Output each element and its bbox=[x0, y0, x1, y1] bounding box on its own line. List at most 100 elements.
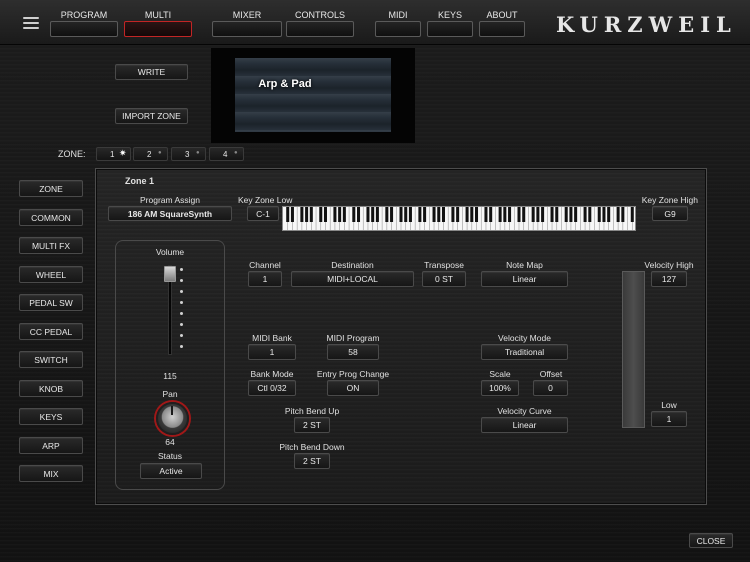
offset-label: Offset bbox=[539, 369, 563, 379]
zone-dot-icon: ● bbox=[196, 150, 200, 156]
pan-value: 64 bbox=[165, 437, 175, 447]
volume-slider-thumb[interactable] bbox=[164, 266, 176, 282]
volume-tick-mark bbox=[180, 312, 183, 315]
key-zone-keyboard[interactable] bbox=[282, 206, 636, 231]
key-zone-low-field[interactable]: C-1 bbox=[247, 206, 279, 221]
pan-label: Pan bbox=[162, 389, 178, 399]
sidebar-item-zone[interactable]: ZONE bbox=[19, 180, 83, 197]
zone-dot-icon: ● bbox=[158, 150, 162, 156]
entry-prog-change-field[interactable]: ON bbox=[327, 380, 379, 396]
zone-tab-4[interactable]: 4 ● bbox=[209, 147, 244, 161]
velocity-mode-label: Velocity Mode bbox=[498, 333, 551, 343]
keyboard-keys-graphic bbox=[286, 207, 634, 230]
velocity-mode-field[interactable]: Traditional bbox=[481, 344, 568, 360]
volume-tick-mark bbox=[180, 345, 183, 348]
scale-label: Scale bbox=[489, 369, 511, 379]
tab-program-label: PROGRAM bbox=[60, 10, 108, 20]
volume-tick-mark bbox=[180, 268, 183, 271]
midi-program-field[interactable]: 58 bbox=[327, 344, 379, 360]
midi-bank-label: MIDI Bank bbox=[252, 333, 292, 343]
zone-tab-number: 2 bbox=[147, 150, 152, 159]
hamburger-menu-icon[interactable] bbox=[23, 17, 39, 29]
zone-dot-icon: ● bbox=[234, 150, 238, 156]
pitch-bend-up-label: Pitch Bend Up bbox=[284, 406, 340, 416]
selected-zone-indicator-icon: ✷ bbox=[119, 148, 127, 158]
velocity-curve-field[interactable]: Linear bbox=[481, 417, 568, 433]
tab-midi[interactable] bbox=[375, 21, 421, 37]
note-map-label: Note Map bbox=[506, 260, 543, 270]
destination-label: Destination bbox=[331, 260, 374, 270]
program-assign-field[interactable]: 186 AM SquareSynth bbox=[108, 206, 232, 221]
midi-bank-field[interactable]: 1 bbox=[248, 344, 296, 360]
tab-mixer-label: MIXER bbox=[232, 10, 262, 20]
tab-about[interactable] bbox=[479, 21, 525, 37]
tab-midi-label: MIDI bbox=[388, 10, 408, 20]
velocity-high-label: Velocity High bbox=[644, 260, 694, 270]
velocity-range-bar[interactable] bbox=[622, 271, 645, 428]
zone-selector-label: ZONE: bbox=[58, 149, 86, 159]
channel-field[interactable]: 1 bbox=[248, 271, 282, 287]
sidebar-item-keys[interactable]: KEYS bbox=[19, 408, 83, 425]
volume-label: Volume bbox=[155, 247, 185, 257]
zone-tab-number: 1 bbox=[110, 150, 115, 159]
midi-program-label: MIDI Program bbox=[326, 333, 380, 343]
tab-about-label: ABOUT bbox=[486, 10, 518, 20]
offset-field[interactable]: 0 bbox=[533, 380, 568, 396]
channel-label: Channel bbox=[249, 260, 281, 270]
tab-keys-label: KEYS bbox=[437, 10, 462, 20]
pitch-bend-down-label: Pitch Bend Down bbox=[279, 442, 345, 452]
kurzweil-logo: KURZWEIL bbox=[556, 12, 737, 37]
close-button[interactable]: CLOSE bbox=[689, 533, 733, 548]
entry-prog-change-label: Entry Prog Change bbox=[316, 369, 390, 379]
scale-field[interactable]: 100% bbox=[481, 380, 519, 396]
velocity-high-field[interactable]: 127 bbox=[651, 271, 687, 287]
tab-program[interactable] bbox=[50, 21, 118, 37]
top-navigation-bar: PROGRAM MULTI MIXER CONTROLS MIDI KEYS A… bbox=[0, 0, 750, 45]
tab-controls[interactable] bbox=[286, 21, 354, 37]
sidebar-item-arp[interactable]: ARP bbox=[19, 437, 83, 454]
zone-tab-2[interactable]: 2 ● bbox=[133, 147, 168, 161]
volume-tick-mark bbox=[180, 290, 183, 293]
pitch-bend-up-field[interactable]: 2 ST bbox=[294, 417, 330, 433]
note-map-field[interactable]: Linear bbox=[481, 271, 568, 287]
velocity-curve-label: Velocity Curve bbox=[497, 406, 552, 416]
velocity-low-field[interactable]: 1 bbox=[651, 411, 687, 427]
write-button[interactable]: WRITE bbox=[115, 64, 188, 80]
transpose-label: Transpose bbox=[424, 260, 464, 270]
sidebar-item-mix[interactable]: MIX bbox=[19, 465, 83, 482]
tab-keys[interactable] bbox=[427, 21, 473, 37]
velocity-low-label: Low bbox=[661, 400, 677, 410]
volume-tick-mark bbox=[180, 301, 183, 304]
tab-controls-label: CONTROLS bbox=[294, 10, 345, 20]
tab-mixer[interactable] bbox=[212, 21, 282, 37]
tab-multi[interactable] bbox=[124, 21, 192, 37]
zone-tab-3[interactable]: 3 ● bbox=[171, 147, 206, 161]
zone-tab-number: 4 bbox=[223, 150, 228, 159]
sidebar-item-multi-fx[interactable]: MULTI FX bbox=[19, 237, 83, 254]
bank-mode-field[interactable]: Ctl 0/32 bbox=[248, 380, 296, 396]
import-zone-button[interactable]: IMPORT ZONE bbox=[115, 108, 188, 124]
sidebar-item-pedal-sw[interactable]: PEDAL SW bbox=[19, 294, 83, 311]
bank-mode-label: Bank Mode bbox=[250, 369, 294, 379]
sidebar-item-cc-pedal[interactable]: CC PEDAL bbox=[19, 323, 83, 340]
zone-tab-number: 3 bbox=[185, 150, 190, 159]
sidebar-item-common[interactable]: COMMON bbox=[19, 209, 83, 226]
sidebar-item-switch[interactable]: SWITCH bbox=[19, 351, 83, 368]
program-display bbox=[211, 48, 415, 143]
status-field[interactable]: Active bbox=[140, 463, 202, 479]
transpose-field[interactable]: 0 ST bbox=[422, 271, 466, 287]
zone-tab-1[interactable]: 1 ✷ bbox=[96, 147, 131, 161]
destination-field[interactable]: MIDI+LOCAL bbox=[291, 271, 414, 287]
volume-tick-mark bbox=[180, 323, 183, 326]
key-zone-high-label: Key Zone High bbox=[641, 195, 698, 205]
sidebar-item-wheel[interactable]: WHEEL bbox=[19, 266, 83, 283]
volume-tick-mark bbox=[180, 334, 183, 337]
pan-knob-indicator bbox=[171, 406, 173, 415]
pitch-bend-down-field[interactable]: 2 ST bbox=[294, 453, 330, 469]
panel-title: Zone 1 bbox=[125, 176, 155, 186]
tab-multi-label: MULTI bbox=[144, 10, 172, 20]
sidebar-item-knob[interactable]: KNOB bbox=[19, 380, 83, 397]
key-zone-low-label: Key Zone Low bbox=[238, 195, 293, 205]
key-zone-high-field[interactable]: G9 bbox=[652, 206, 688, 221]
volume-value: 115 bbox=[163, 371, 177, 381]
